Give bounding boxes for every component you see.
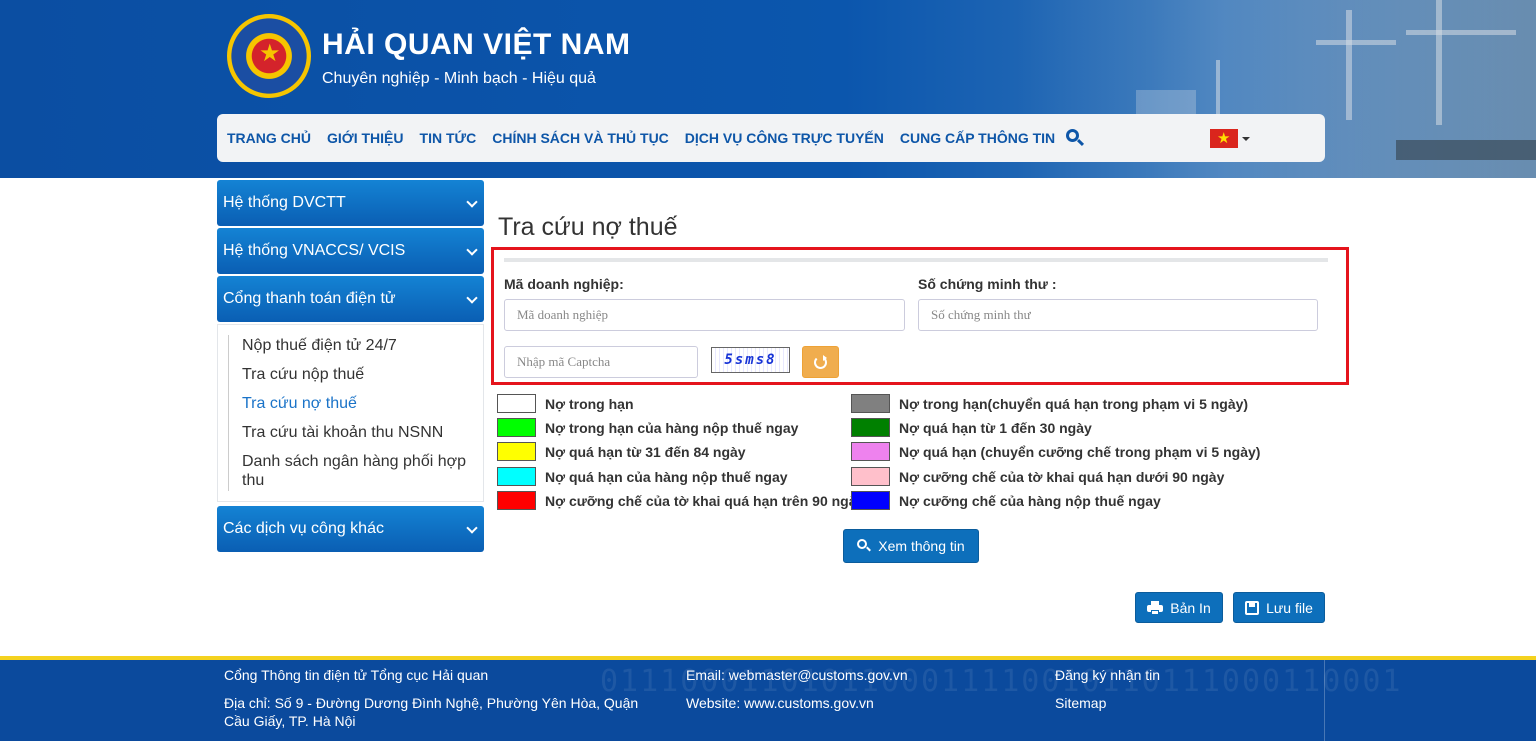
nav-news[interactable]: TIN TỨC: [420, 130, 477, 146]
customs-logo[interactable]: ★: [227, 14, 311, 98]
sidebar-section-dvctt[interactable]: Hệ thống DVCTT: [217, 180, 484, 226]
chevron-down-icon: [466, 522, 478, 534]
legend-swatch: [851, 442, 890, 461]
search-icon: [857, 539, 872, 553]
divider: [1324, 660, 1325, 741]
captcha-input[interactable]: [504, 346, 698, 378]
sidebar-item-tax-debt-lookup[interactable]: Tra cứu nợ thuế: [242, 389, 483, 418]
vietnam-flag-icon[interactable]: ★: [1210, 129, 1238, 148]
legend-item: Nợ quá hạn của hàng nộp thuế ngay: [497, 467, 788, 486]
legend-swatch: [851, 394, 890, 413]
legend-label: Nợ quá hạn từ 1 đến 30 ngày: [899, 419, 1092, 436]
legend-item: Nợ trong hạn(chuyển quá hạn trong phạm v…: [851, 394, 1248, 413]
chevron-down-icon: [466, 292, 478, 304]
sidebar-item-nsnn-account-lookup[interactable]: Tra cứu tài khoản thu NSNN: [242, 418, 483, 447]
legend-label: Nợ cưỡng chế của hàng nộp thuế ngay: [899, 492, 1161, 509]
sidebar-section-label: Hệ thống DVCTT: [223, 194, 346, 211]
captcha-image: 5sms8: [711, 347, 790, 373]
legend-item: Nợ trong hạn: [497, 394, 634, 413]
legend-label: Nợ trong hạn của hàng nộp thuế ngay: [545, 419, 799, 436]
site-title[interactable]: HẢI QUAN VIỆT NAM: [322, 28, 631, 62]
legend-label: Nợ trong hạn(chuyển quá hạn trong phạm v…: [899, 395, 1249, 412]
legend-item: Nợ cưỡng chế của hàng nộp thuế ngay: [851, 491, 1161, 510]
legend-label: Nợ quá hạn của hàng nộp thuế ngay: [545, 468, 788, 485]
refresh-captcha-button[interactable]: [802, 346, 839, 378]
legend-swatch: [497, 467, 536, 486]
print-icon: [1147, 600, 1164, 615]
legend-item: Nợ trong hạn của hàng nộp thuế ngay: [497, 418, 798, 437]
business-code-label: Mã doanh nghiệp:: [504, 276, 624, 292]
sidebar-item-partner-banks[interactable]: Danh sách ngân hàng phối hợp thu: [242, 447, 483, 495]
view-info-button[interactable]: Xem thông tin: [843, 529, 979, 563]
nav-home[interactable]: TRANG CHỦ: [227, 130, 311, 146]
footer-subscribe-link[interactable]: Đăng ký nhận tin: [1055, 666, 1160, 684]
legend-swatch: [497, 394, 536, 413]
sidebar-item-e-tax[interactable]: Nộp thuế điện tử 24/7: [242, 331, 483, 360]
legend-label: Nợ quá hạn (chuyển cưỡng chế trong phạm …: [899, 443, 1261, 460]
print-label: Bản In: [1170, 599, 1211, 616]
site-slogan: Chuyên nghiệp - Minh bạch - Hiệu quả: [322, 70, 596, 87]
business-code-input[interactable]: [504, 299, 905, 331]
id-number-input[interactable]: [918, 299, 1318, 331]
legend-label: Nợ cưỡng chế của tờ khai quá hạn dưới 90…: [899, 468, 1225, 485]
nav-online-services[interactable]: DỊCH VỤ CÔNG TRỰC TUYẾN: [685, 130, 884, 146]
footer-sitemap-link[interactable]: Sitemap: [1055, 694, 1106, 712]
print-button[interactable]: Bản In: [1135, 592, 1223, 623]
legend-swatch: [497, 418, 536, 437]
sidebar-section-other-services[interactable]: Các dịch vụ công khác: [217, 506, 484, 552]
legend-item: Nợ quá hạn từ 31 đến 84 ngày: [497, 442, 746, 461]
sidebar-section-label: Các dịch vụ công khác: [223, 520, 384, 537]
legend-label: Nợ cưỡng chế của tờ khai quá hạn trên 90…: [545, 492, 865, 509]
nav-information[interactable]: CUNG CẤP THÔNG TIN: [900, 130, 1055, 146]
id-number-label: Số chứng minh thư :: [918, 276, 1057, 292]
search-icon[interactable]: [1065, 128, 1085, 148]
sidebar-item-tax-payment-lookup[interactable]: Tra cứu nộp thuế: [242, 360, 483, 389]
sidebar-section-payment[interactable]: Cổng thanh toán điện tử: [217, 276, 484, 322]
sidebar: Hệ thống DVCTT Hệ thống VNACCS/ VCIS Cổn…: [217, 180, 484, 554]
sidebar-submenu: Nộp thuế điện tử 24/7 Tra cứu nộp thuế T…: [217, 324, 484, 502]
legend-item: Nợ quá hạn (chuyển cưỡng chế trong phạm …: [851, 442, 1260, 461]
chevron-down-icon[interactable]: [1242, 137, 1250, 141]
legend-swatch: [497, 442, 536, 461]
nav-about[interactable]: GIỚI THIỆU: [327, 130, 404, 146]
sidebar-section-label: Hệ thống VNACCS/ VCIS: [223, 242, 406, 259]
legend-label: Nợ trong hạn: [545, 395, 634, 412]
site-footer: 0111000110101100011110010110111000110001…: [0, 656, 1536, 741]
chevron-down-icon: [466, 244, 478, 256]
nav-policies[interactable]: CHÍNH SÁCH VÀ THỦ TỤC: [492, 130, 669, 146]
save-file-label: Lưu file: [1266, 599, 1313, 616]
legend-item: Nợ cưỡng chế của tờ khai quá hạn dưới 90…: [851, 467, 1224, 486]
sidebar-section-vnaccs[interactable]: Hệ thống VNACCS/ VCIS: [217, 228, 484, 274]
chevron-down-icon: [466, 196, 478, 208]
legend-item: Nợ quá hạn từ 1 đến 30 ngày: [851, 418, 1092, 437]
footer-org: Cổng Thông tin điện tử Tổng cục Hải quan: [224, 667, 489, 683]
legend-swatch: [851, 467, 890, 486]
legend-swatch: [497, 491, 536, 510]
legend-item: Nợ cưỡng chế của tờ khai quá hạn trên 90…: [497, 491, 864, 510]
legend-label: Nợ quá hạn từ 31 đến 84 ngày: [545, 443, 746, 460]
footer-website[interactable]: Website: www.customs.gov.vn: [686, 694, 874, 712]
legend-swatch: [851, 491, 890, 510]
footer-address: Địa chỉ: Số 9 - Đường Dương Đình Nghệ, P…: [224, 695, 639, 729]
divider: [504, 258, 1328, 262]
page-title: Tra cứu nợ thuế: [498, 213, 678, 241]
save-icon: [1245, 600, 1260, 615]
footer-email[interactable]: Email: webmaster@customs.gov.vn: [686, 666, 908, 684]
view-info-label: Xem thông tin: [878, 538, 965, 554]
main-nav: TRANG CHỦ GIỚI THIỆU TIN TỨC CHÍNH SÁCH …: [217, 114, 1325, 162]
sidebar-section-label: Cổng thanh toán điện tử: [223, 290, 396, 307]
save-file-button[interactable]: Lưu file: [1233, 592, 1325, 623]
legend-swatch: [851, 418, 890, 437]
